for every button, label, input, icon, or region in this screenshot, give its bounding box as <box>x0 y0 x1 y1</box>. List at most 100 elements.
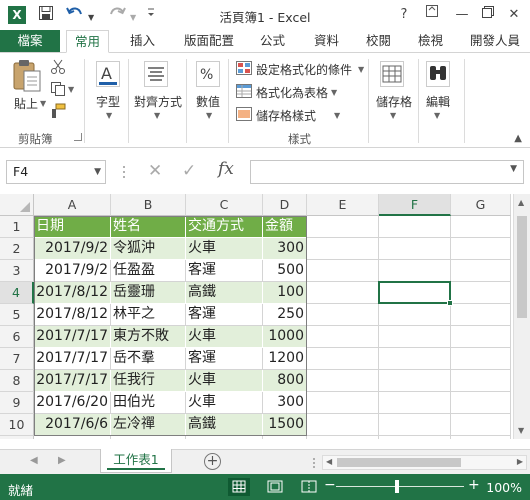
scroll-down-icon[interactable]: ▼ <box>518 426 524 435</box>
tab-review[interactable]: 校閱 <box>358 30 399 52</box>
tab-insert[interactable]: 插入 <box>122 30 163 52</box>
cell-d4[interactable]: 100 <box>263 282 307 304</box>
format-painter-icon[interactable] <box>50 103 66 122</box>
cell-f8[interactable] <box>379 370 451 392</box>
cell-a2[interactable]: 2017/9/2 <box>34 238 111 260</box>
enter-entry-icon[interactable]: ✓ <box>182 160 196 182</box>
cell-d11[interactable] <box>263 436 307 439</box>
cell-g11[interactable] <box>451 436 511 439</box>
cell-b9[interactable]: 田伯光 <box>111 392 186 414</box>
format-as-table-dropdown-icon[interactable]: ▼ <box>331 88 337 97</box>
fill-handle[interactable] <box>447 300 453 306</box>
paste-dropdown-icon[interactable]: ▼ <box>40 99 46 108</box>
row-header-1[interactable]: 1 <box>0 216 34 238</box>
column-header-d[interactable]: D <box>263 194 307 216</box>
cell-f10[interactable] <box>379 414 451 436</box>
cell-d7[interactable]: 1200 <box>263 348 307 370</box>
cell-b7[interactable]: 岳不羣 <box>111 348 186 370</box>
cell-a10[interactable]: 2017/6/6 <box>34 414 111 436</box>
cell-d2[interactable]: 300 <box>263 238 307 260</box>
cell-a8[interactable]: 2017/7/17 <box>34 370 111 392</box>
cell-e1[interactable] <box>307 216 379 238</box>
cell-f11[interactable] <box>379 436 451 439</box>
normal-view-icon[interactable] <box>228 478 250 496</box>
horizontal-scrollbar[interactable]: ◀ ▶ <box>322 455 527 470</box>
cell-c11[interactable] <box>186 436 263 439</box>
cell-a11[interactable] <box>34 436 111 439</box>
row-header-2[interactable]: 2 <box>0 238 34 260</box>
cell-d5[interactable]: 250 <box>263 304 307 326</box>
copy-icon[interactable] <box>50 81 66 100</box>
cell-g7[interactable] <box>451 348 511 370</box>
cell-c6[interactable]: 火車 <box>186 326 263 348</box>
cell-d9[interactable]: 300 <box>263 392 307 414</box>
expand-formula-bar-icon[interactable]: ▼ <box>510 164 517 174</box>
cells-icon[interactable] <box>380 61 404 90</box>
cell-d6[interactable]: 1000 <box>263 326 307 348</box>
cell-a7[interactable]: 2017/7/17 <box>34 348 111 370</box>
cell-c2[interactable]: 火車 <box>186 238 263 260</box>
formula-bar-resize-handle[interactable] <box>122 164 126 180</box>
table-header-cell[interactable]: 交通方式 <box>186 216 263 238</box>
conditional-formatting-dropdown-icon[interactable]: ▼ <box>358 65 364 74</box>
cell-c7[interactable]: 客運 <box>186 348 263 370</box>
clipboard-launcher-icon[interactable] <box>74 133 82 141</box>
cell-a3[interactable]: 2017/9/2 <box>34 260 111 282</box>
row-header-5[interactable]: 5 <box>0 304 34 326</box>
cell-b5[interactable]: 林平之 <box>111 304 186 326</box>
cell-a5[interactable]: 2017/8/12 <box>34 304 111 326</box>
tab-home[interactable]: 常用 <box>66 30 110 53</box>
cell-c8[interactable]: 火車 <box>186 370 263 392</box>
font-group-button[interactable]: 字型 <box>96 93 120 110</box>
row-header-6[interactable]: 6 <box>0 326 34 348</box>
cell-d10[interactable]: 1500 <box>263 414 307 436</box>
name-box-dropdown-icon[interactable]: ▼ <box>94 161 101 183</box>
tab-page-layout[interactable]: 版面配置 <box>176 30 242 52</box>
sheet-tab-1[interactable]: 工作表1 <box>100 449 172 473</box>
cell-f5[interactable] <box>379 304 451 326</box>
vertical-scroll-thumb[interactable] <box>517 216 527 318</box>
cell-e6[interactable] <box>307 326 379 348</box>
cell-c10[interactable]: 高鐵 <box>186 414 263 436</box>
font-dropdown-icon[interactable]: ▼ <box>106 111 112 120</box>
zoom-out-button[interactable]: − <box>324 477 336 493</box>
zoom-slider-thumb[interactable] <box>395 480 399 493</box>
cell-f1[interactable] <box>379 216 451 238</box>
cell-e7[interactable] <box>307 348 379 370</box>
format-as-table-button[interactable]: 格式化為表格 <box>256 84 328 101</box>
cell-e2[interactable] <box>307 238 379 260</box>
tab-split-handle[interactable] <box>312 457 316 469</box>
zoom-percentage[interactable]: 100% <box>486 480 522 495</box>
table-header-cell[interactable]: 日期 <box>34 216 111 238</box>
cell-c5[interactable]: 客運 <box>186 304 263 326</box>
cell-a6[interactable]: 2017/7/17 <box>34 326 111 348</box>
cell-a4[interactable]: 2017/8/12 <box>34 282 111 304</box>
cell-e11[interactable] <box>307 436 379 439</box>
cell-f6[interactable] <box>379 326 451 348</box>
formula-input[interactable]: ▼ <box>250 160 524 184</box>
row-header-8[interactable]: 8 <box>0 370 34 392</box>
tab-developer[interactable]: 開發人員 <box>462 30 528 52</box>
scroll-left-icon[interactable]: ◀ <box>326 457 332 466</box>
cancel-entry-icon[interactable]: ✕ <box>148 160 162 182</box>
name-box[interactable]: F4 ▼ <box>6 160 106 184</box>
cell-d8[interactable]: 800 <box>263 370 307 392</box>
column-header-e[interactable]: E <box>307 194 379 216</box>
editing-dropdown-icon[interactable]: ▼ <box>434 111 440 120</box>
vertical-scrollbar[interactable]: ▲ ▼ <box>513 194 530 439</box>
cell-g8[interactable] <box>451 370 511 392</box>
worksheet-grid[interactable]: ABCDEFG 1234567891011 日期姓名交通方式金額 2017/9/2令狐… <box>0 194 530 439</box>
font-icon[interactable]: A <box>96 61 120 90</box>
next-sheet-icon[interactable]: ▶ <box>58 455 66 466</box>
editing-group-button[interactable]: 編輯 <box>426 93 450 110</box>
cell-styles-button[interactable]: 儲存格樣式 <box>256 107 316 124</box>
cell-e8[interactable] <box>307 370 379 392</box>
cell-b8[interactable]: 任我行 <box>111 370 186 392</box>
select-all-corner[interactable] <box>0 194 34 216</box>
horizontal-scroll-thumb[interactable] <box>337 458 461 467</box>
insert-function-icon[interactable]: fx <box>218 159 234 179</box>
cell-g4[interactable] <box>451 282 511 304</box>
table-header-cell[interactable]: 金額 <box>263 216 307 238</box>
binoculars-icon[interactable] <box>426 61 450 90</box>
cell-e5[interactable] <box>307 304 379 326</box>
